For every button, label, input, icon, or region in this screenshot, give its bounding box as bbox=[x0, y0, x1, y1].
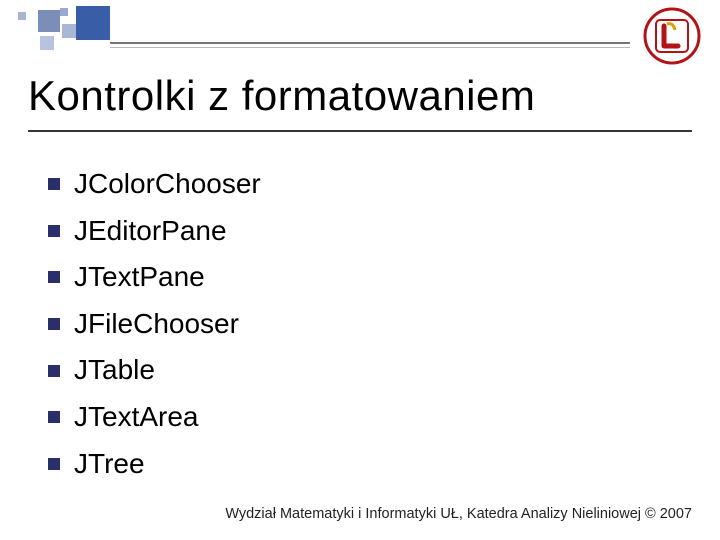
bullet-icon bbox=[48, 458, 60, 470]
list-item-label: JTextArea bbox=[74, 397, 199, 438]
deco-square bbox=[38, 10, 60, 32]
bullet-list: JColorChooser JEditorPane JTextPane JFil… bbox=[48, 164, 261, 490]
deco-square bbox=[40, 36, 54, 50]
bullet-icon bbox=[48, 365, 60, 377]
list-item: JTextPane bbox=[48, 257, 261, 298]
list-item: JTree bbox=[48, 444, 261, 485]
slide: Kontrolki z formatowaniem JColorChooser … bbox=[0, 0, 720, 540]
list-item-label: JFileChooser bbox=[74, 304, 239, 345]
deco-square bbox=[76, 6, 110, 40]
top-rule-secondary bbox=[110, 47, 630, 48]
list-item-label: JTable bbox=[74, 350, 155, 391]
bullet-icon bbox=[48, 178, 60, 190]
slide-title: Kontrolki z formatowaniem bbox=[28, 72, 535, 120]
list-item: JTextArea bbox=[48, 397, 261, 438]
list-item-label: JColorChooser bbox=[74, 164, 261, 205]
university-logo bbox=[642, 6, 702, 71]
bullet-icon bbox=[48, 225, 60, 237]
list-item-label: JEditorPane bbox=[74, 211, 227, 252]
list-item: JFileChooser bbox=[48, 304, 261, 345]
deco-square bbox=[60, 8, 68, 16]
bullet-icon bbox=[48, 271, 60, 283]
footer-text: Wydział Matematyki i Informatyki UŁ, Kat… bbox=[110, 506, 692, 522]
title-underline bbox=[28, 130, 692, 132]
bullet-icon bbox=[48, 318, 60, 330]
deco-square bbox=[62, 24, 76, 38]
top-rule bbox=[110, 42, 630, 44]
logo-icon bbox=[642, 6, 702, 66]
list-item: JTable bbox=[48, 350, 261, 391]
bullet-icon bbox=[48, 411, 60, 423]
deco-square bbox=[18, 12, 26, 20]
list-item: JColorChooser bbox=[48, 164, 261, 205]
list-item: JEditorPane bbox=[48, 211, 261, 252]
list-item-label: JTextPane bbox=[74, 257, 205, 298]
list-item-label: JTree bbox=[74, 444, 145, 485]
